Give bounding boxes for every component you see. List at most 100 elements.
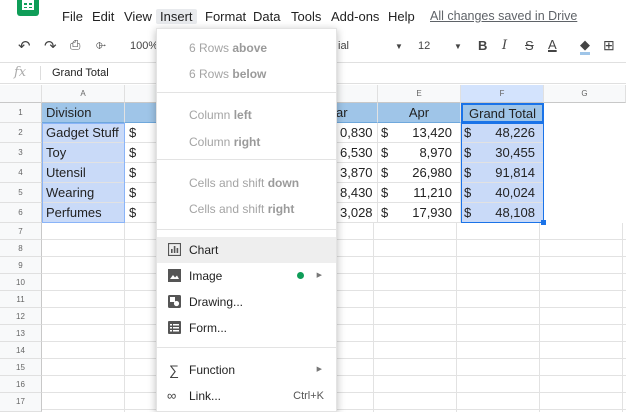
cell-division[interactable]: Utensil: [42, 163, 125, 183]
font-size-select[interactable]: 12: [418, 40, 430, 52]
chevron-down-icon[interactable]: ▼: [454, 42, 462, 51]
column-header-e[interactable]: E: [378, 85, 461, 103]
cell-grand-total[interactable]: $48,108: [461, 203, 544, 223]
menu-separator: [157, 92, 336, 93]
borders-icon[interactable]: ⊞: [603, 37, 615, 54]
cell-grand-total[interactable]: $40,024: [461, 183, 544, 203]
currency-symbol: $: [464, 125, 472, 140]
menu-help[interactable]: Help: [388, 9, 415, 24]
cell-value[interactable]: $26,980: [378, 163, 461, 183]
menu-item-label: Column left: [189, 102, 252, 128]
menu-item-column-right[interactable]: Column right: [157, 129, 336, 155]
print-icon[interactable]: ⎙: [70, 37, 80, 53]
menu-item-function[interactable]: ∑ Function ▶: [157, 357, 336, 383]
menu-item-image[interactable]: Image ▶: [157, 263, 336, 289]
sheets-logo-icon[interactable]: [17, 0, 39, 16]
cell-value[interactable]: $17,930: [378, 203, 461, 223]
cell-header-division[interactable]: Division: [42, 103, 125, 123]
cell-grand-total[interactable]: $48,226: [461, 123, 544, 143]
row-header[interactable]: 4: [0, 163, 42, 183]
menu-insert[interactable]: Insert: [156, 9, 197, 24]
cell-value-text: 11,210: [413, 185, 452, 200]
menu-item-rows-above[interactable]: 6 Rows above: [157, 35, 336, 61]
row-header[interactable]: 8: [0, 240, 42, 257]
row-header[interactable]: 10: [0, 274, 42, 291]
paint-format-icon[interactable]: ⌱: [96, 37, 106, 53]
cell-division[interactable]: Perfumes: [42, 203, 125, 223]
row-header[interactable]: 15: [0, 359, 42, 376]
menu-addons[interactable]: Add-ons: [331, 9, 379, 24]
row-header[interactable]: 1: [0, 103, 42, 123]
menu-item-label: Column right: [189, 129, 260, 155]
row-header[interactable]: 13: [0, 325, 42, 342]
cell-header-grand-total[interactable]: Grand Total: [461, 103, 544, 123]
label-emphasis: below: [232, 67, 267, 81]
redo-icon[interactable]: ↷: [44, 37, 57, 55]
cell-division[interactable]: Wearing: [42, 183, 125, 203]
formula-input[interactable]: Grand Total: [52, 67, 109, 79]
strikethrough-button[interactable]: S: [525, 38, 534, 53]
cell-value-text: 8,970: [419, 145, 452, 160]
column-header-a[interactable]: A: [42, 85, 125, 103]
menu-item-column-left[interactable]: Column left: [157, 102, 336, 128]
row-header[interactable]: 17: [0, 393, 42, 412]
cell-header-apr[interactable]: Apr: [378, 103, 461, 123]
menu-data[interactable]: Data: [253, 9, 280, 24]
label-text: Column: [189, 108, 234, 122]
currency-symbol: $: [464, 145, 472, 160]
menu-view[interactable]: View: [124, 9, 152, 24]
sigma-icon: ∑: [169, 362, 179, 378]
form-icon: [168, 321, 181, 334]
select-all-corner[interactable]: [0, 85, 42, 103]
label-emphasis: down: [267, 176, 300, 190]
row-header[interactable]: 5: [0, 183, 42, 203]
menu-item-drawing[interactable]: Drawing...: [157, 289, 336, 315]
menu-item-link[interactable]: ∞ Link... Ctrl+K: [157, 383, 336, 409]
menu-item-cells-shift-down[interactable]: Cells and shift down: [157, 170, 336, 196]
menu-file[interactable]: File: [62, 9, 83, 24]
new-badge-dot-icon: [297, 272, 304, 279]
cell-value[interactable]: $11,210: [378, 183, 461, 203]
cell-grand-total[interactable]: $91,814: [461, 163, 544, 183]
menu-item-label: Form...: [189, 321, 227, 335]
menu-item-label: Function: [189, 363, 236, 377]
menu-separator: [157, 159, 336, 160]
cell-value[interactable]: $13,420: [378, 123, 461, 143]
menu-edit[interactable]: Edit: [92, 9, 114, 24]
bold-button[interactable]: B: [478, 38, 487, 53]
row-header[interactable]: 3: [0, 143, 42, 163]
text-color-button[interactable]: A: [548, 37, 557, 52]
currency-symbol: $: [381, 185, 389, 200]
undo-icon[interactable]: ↶: [18, 37, 31, 55]
menu-item-cells-shift-right[interactable]: Cells and shift right: [157, 196, 336, 222]
row-header[interactable]: 2: [0, 123, 42, 143]
menu-item-label: Drawing...: [189, 295, 244, 309]
fill-color-icon[interactable]: ◆: [580, 38, 590, 55]
menu-item-chart[interactable]: Chart: [157, 237, 336, 263]
row-header[interactable]: 11: [0, 291, 42, 308]
menu-format[interactable]: Format: [205, 9, 246, 24]
zoom-select[interactable]: 100%: [130, 40, 158, 52]
italic-button[interactable]: I: [502, 38, 507, 53]
saved-status-link[interactable]: All changes saved in Drive: [430, 9, 577, 23]
cell-division[interactable]: Gadget Stuff: [42, 123, 125, 143]
menu-item-label: Link...: [189, 389, 222, 403]
cell-division[interactable]: Toy: [42, 143, 125, 163]
column-header-g[interactable]: G: [544, 85, 626, 103]
cell-grand-total[interactable]: $30,455: [461, 143, 544, 163]
column-header-f[interactable]: F: [461, 85, 544, 103]
menu-item-label: Cells and shift down: [189, 170, 299, 196]
menu-tools[interactable]: Tools: [291, 9, 321, 24]
row-header[interactable]: 14: [0, 342, 42, 359]
row-header[interactable]: 16: [0, 376, 42, 393]
menu-item-form[interactable]: Form...: [157, 315, 336, 341]
row-header[interactable]: 6: [0, 203, 42, 223]
chevron-down-icon[interactable]: ▼: [395, 42, 403, 51]
font-select[interactable]: ial: [338, 40, 349, 52]
row-header[interactable]: 12: [0, 308, 42, 325]
cell-value[interactable]: $8,970: [378, 143, 461, 163]
menu-item-rows-below[interactable]: 6 Rows below: [157, 61, 336, 87]
fill-handle[interactable]: [541, 220, 546, 225]
row-header[interactable]: 9: [0, 257, 42, 274]
row-header[interactable]: 7: [0, 223, 42, 240]
